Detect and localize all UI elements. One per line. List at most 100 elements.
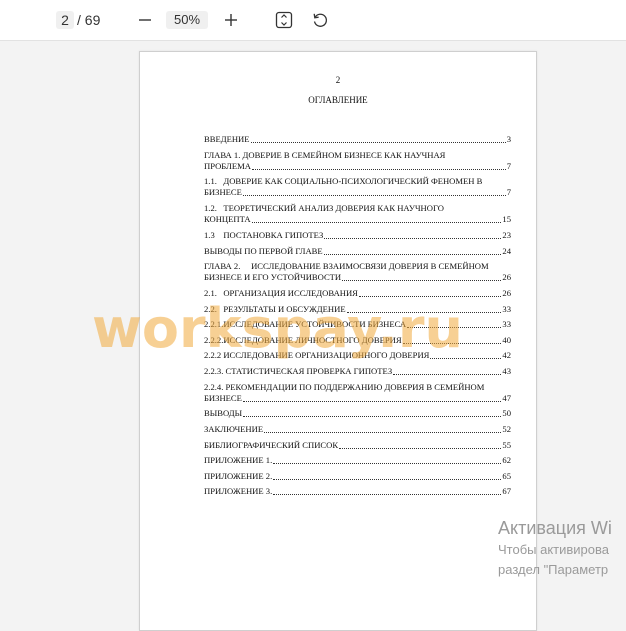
toc-page-number: 24 bbox=[502, 245, 511, 256]
toc-entry[interactable]: ПРИЛОЖЕНИЕ 1. 62 bbox=[204, 455, 511, 466]
toc-dot-leader bbox=[273, 463, 502, 465]
toc-entry[interactable]: 1.3 ПОСТАНОВКА ГИПОТЕЗ 23 bbox=[204, 230, 511, 241]
toc-entry-title: ПРИЛОЖЕНИЕ 3. bbox=[204, 486, 273, 497]
toc-dot-leader bbox=[264, 431, 502, 433]
toc-entry[interactable]: 1.2. ТЕОРЕТИЧЕСКИЙ АНАЛИЗ ДОВЕРИЯ КАК НА… bbox=[204, 203, 511, 225]
toc-entry[interactable]: 2.2.3. СТАТИСТИЧЕСКАЯ ПРОВЕРКА ГИПОТЕЗ 43 bbox=[204, 366, 511, 377]
toc-entry[interactable]: 1.1. ДОВЕРИЕ КАК СОЦИАЛЬНО-ПСИХОЛОГИЧЕСК… bbox=[204, 176, 511, 198]
toc-entry-row: ЗАКЛЮЧЕНИЕ 52 bbox=[204, 424, 511, 435]
zoom-level-display[interactable]: 50% bbox=[166, 11, 208, 29]
toc-entry-row: БИЗНЕСЕ 7 bbox=[204, 187, 511, 198]
toc-entry[interactable]: ВВЕДЕНИЕ 3 bbox=[204, 134, 511, 145]
toc-entry-row: ПРИЛОЖЕНИЕ 3. 67 bbox=[204, 486, 511, 497]
toc-entry[interactable]: ВЫВОДЫ 50 bbox=[204, 408, 511, 419]
toc-entry-title: ВЫВОДЫ bbox=[204, 408, 243, 419]
toc-entry-title: ГЛАВА 2. ИССЛЕДОВАНИЕ ВЗАИМОСВЯЗИ ДОВЕРИ… bbox=[204, 261, 489, 272]
toc-entry-title: ЗАКЛЮЧЕНИЕ bbox=[204, 423, 264, 434]
current-page-input[interactable]: 2 bbox=[56, 11, 74, 29]
toc-page-number: 15 bbox=[502, 214, 511, 225]
toc-entry-title: БИБЛИОГРАФИЧЕСКИЙ СПИСОК bbox=[204, 439, 339, 450]
toc-page-number: 7 bbox=[506, 160, 511, 171]
toc-dot-leader bbox=[339, 447, 502, 449]
minus-icon bbox=[139, 19, 151, 21]
toc-page-number: 52 bbox=[502, 423, 511, 434]
document-title: ОГЛАВЛЕНИЕ bbox=[308, 95, 368, 105]
toc-dot-leader bbox=[251, 168, 506, 170]
toc-page-number: 40 bbox=[502, 334, 511, 345]
toc-dot-leader bbox=[243, 416, 502, 418]
toc-page-number: 65 bbox=[502, 470, 511, 481]
toc-page-number: 55 bbox=[502, 439, 511, 450]
toc-dot-leader bbox=[242, 195, 506, 197]
toc-entry-row: ВВЕДЕНИЕ 3 bbox=[204, 134, 511, 145]
toc-entry-title: 2.2.3. СТАТИСТИЧЕСКАЯ ПРОВЕРКА ГИПОТЕЗ bbox=[204, 365, 393, 376]
toc-entry-title: ПРИЛОЖЕНИЕ 2. bbox=[204, 470, 273, 481]
toc-dot-leader bbox=[393, 373, 502, 375]
toc-entry[interactable]: ЗАКЛЮЧЕНИЕ 52 bbox=[204, 424, 511, 435]
toc-entry-row: ПРОБЛЕМА 7 bbox=[204, 161, 511, 172]
document-page-number: 2 bbox=[335, 75, 341, 85]
toc-entry-title: ВВЕДЕНИЕ bbox=[204, 134, 250, 144]
toc-page-number: 67 bbox=[502, 486, 511, 497]
rotate-icon bbox=[313, 13, 328, 27]
windows-activation-notice: Активация Wi Чтобы активирова раздел "Па… bbox=[498, 516, 612, 580]
toc-entry-row: БИБЛИОГРАФИЧЕСКИЙ СПИСОК 55 bbox=[204, 440, 511, 451]
toc-page-number: 62 bbox=[502, 455, 511, 466]
toc-entry-row: ПРИЛОЖЕНИЕ 1. 62 bbox=[204, 455, 511, 466]
fit-page-icon bbox=[275, 11, 293, 29]
pdf-toolbar: 2 / 69 50% bbox=[0, 0, 626, 41]
toc-entry-title-continued: БИЗНЕСЕ bbox=[204, 187, 242, 198]
toc-page-number: 23 bbox=[502, 229, 511, 240]
toc-entry-title: ВЫВОДЫ ПО ПЕРВОЙ ГЛАВЕ bbox=[204, 245, 323, 256]
toc-page-number: 3 bbox=[506, 134, 511, 144]
toc-page-number: 33 bbox=[502, 319, 511, 330]
toc-entry[interactable]: 2.2.4. РЕКОМЕНДАЦИИ ПО ПОДДЕРЖАНИЮ ДОВЕР… bbox=[204, 382, 511, 404]
toc-entry-title: ГЛАВА 1. ДОВЕРИЕ В СЕМЕЙНОМ БИЗНЕСЕ КАК … bbox=[204, 149, 446, 160]
toc-entry-title-continued: БИЗНЕСЕ И ЕГО УСТОЙЧИВОСТИ bbox=[204, 272, 342, 283]
toc-dot-leader bbox=[323, 253, 502, 255]
toc-entry-title: 1.2. ТЕОРЕТИЧЕСКИЙ АНАЛИЗ ДОВЕРИЯ КАК НА… bbox=[204, 203, 444, 214]
toc-page-number: 42 bbox=[502, 350, 511, 361]
toc-entry[interactable]: БИБЛИОГРАФИЧЕСКИЙ СПИСОК 55 bbox=[204, 440, 511, 451]
toc-entry-title-continued: ПРОБЛЕМА bbox=[204, 160, 251, 171]
toc-entry[interactable]: ГЛАВА 2. ИССЛЕДОВАНИЕ ВЗАИМОСВЯЗИ ДОВЕРИ… bbox=[204, 261, 511, 283]
toc-entry-row: БИЗНЕСЕ И ЕГО УСТОЙЧИВОСТИ 26 bbox=[204, 272, 511, 283]
toc-page-number: 50 bbox=[502, 408, 511, 419]
zoom-in-button[interactable] bbox=[220, 9, 242, 31]
toc-page-number: 43 bbox=[502, 365, 511, 376]
toc-page-number: 7 bbox=[506, 187, 511, 198]
toc-dot-leader bbox=[324, 237, 502, 239]
fit-page-button[interactable] bbox=[273, 9, 295, 31]
toc-entry-row: БИЗНЕСЕ 47 bbox=[204, 393, 511, 404]
toc-entry-row: 1.3 ПОСТАНОВКА ГИПОТЕЗ 23 bbox=[204, 230, 511, 241]
toc-dot-leader bbox=[242, 400, 502, 402]
toc-entry-title: 1.1. ДОВЕРИЕ КАК СОЦИАЛЬНО-ПСИХОЛОГИЧЕСК… bbox=[204, 176, 483, 187]
toc-entry-title: ПРИЛОЖЕНИЕ 1. bbox=[204, 455, 273, 466]
toc-dot-leader bbox=[273, 494, 502, 496]
toc-page-number: 26 bbox=[502, 287, 511, 298]
toc-entry-title: 1.3 ПОСТАНОВКА ГИПОТЕЗ bbox=[204, 229, 324, 240]
toc-entry[interactable]: ГЛАВА 1. ДОВЕРИЕ В СЕМЕЙНОМ БИЗНЕСЕ КАК … bbox=[204, 150, 511, 172]
toc-entry-row: ВЫВОДЫ 50 bbox=[204, 408, 511, 419]
toc-entry-row: ПРИЛОЖЕНИЕ 2. 65 bbox=[204, 471, 511, 482]
toc-page-number: 26 bbox=[502, 272, 511, 283]
activation-line-3: раздел "Параметр bbox=[498, 562, 609, 577]
toc-dot-leader bbox=[342, 280, 502, 282]
activation-line-2: Чтобы активирова bbox=[498, 542, 610, 557]
toc-entry[interactable]: ВЫВОДЫ ПО ПЕРВОЙ ГЛАВЕ 24 bbox=[204, 246, 511, 257]
rotate-button[interactable] bbox=[309, 9, 331, 31]
toc-dot-leader bbox=[251, 222, 502, 224]
activation-title: Активация Wi bbox=[498, 518, 612, 538]
toc-entry[interactable]: ПРИЛОЖЕНИЕ 2. 65 bbox=[204, 471, 511, 482]
toc-entry-row: ВЫВОДЫ ПО ПЕРВОЙ ГЛАВЕ 24 bbox=[204, 246, 511, 257]
toc-entry-row: КОНЦЕПТА 15 bbox=[204, 214, 511, 225]
toc-dot-leader bbox=[273, 478, 502, 480]
toc-page-number: 33 bbox=[502, 303, 511, 314]
toc-entry-title-continued: КОНЦЕПТА bbox=[204, 214, 251, 225]
toc-entry-title-continued: БИЗНЕСЕ bbox=[204, 392, 242, 403]
zoom-out-button[interactable] bbox=[134, 9, 156, 31]
toc-page-number: 47 bbox=[502, 392, 511, 403]
toc-dot-leader bbox=[250, 142, 506, 143]
toc-entry[interactable]: ПРИЛОЖЕНИЕ 3. 67 bbox=[204, 486, 511, 497]
watermark-text: workspay.ru bbox=[92, 297, 463, 360]
